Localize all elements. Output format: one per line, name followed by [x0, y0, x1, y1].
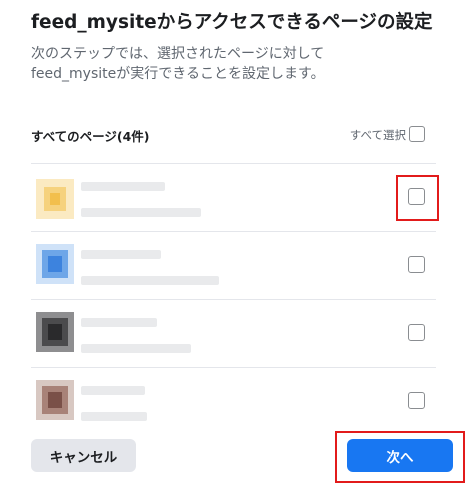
page-checkbox[interactable] [408, 324, 425, 341]
page-category-redacted [81, 412, 147, 421]
cancel-button[interactable]: キャンセル [31, 439, 136, 472]
page-list-item[interactable] [31, 368, 436, 436]
page-list-item[interactable] [31, 232, 436, 300]
page-access-dialog: feed_mysiteからアクセスできるページの設定 次のステップでは、選択され… [0, 0, 474, 493]
dialog-description: 次のステップでは、選択されたページに対して feed_mysiteが実行できるこ… [31, 44, 441, 84]
page-avatar [36, 244, 74, 284]
annotation-highlight-next-button [335, 431, 465, 483]
annotation-highlight-checkbox [396, 175, 439, 221]
page-list-header: すべてのページ(4件) すべて選択 [31, 124, 428, 146]
page-name-redacted [81, 386, 145, 395]
page-category-redacted [81, 276, 219, 285]
select-all-label[interactable]: すべて選択 [350, 127, 406, 143]
page-name-redacted [81, 182, 165, 191]
page-checkbox[interactable] [408, 392, 425, 409]
page-list-item[interactable] [31, 164, 436, 232]
page-avatar [36, 179, 74, 219]
page-category-redacted [81, 208, 201, 217]
page-avatar [36, 312, 74, 352]
page-category-redacted [81, 344, 191, 353]
description-line-2: feed_mysiteが実行できることを設定します。 [31, 66, 325, 82]
select-all-checkbox[interactable] [409, 126, 425, 142]
page-list-item[interactable] [31, 300, 436, 368]
page-checkbox[interactable] [408, 256, 425, 273]
page-name-redacted [81, 250, 161, 259]
dialog-title: feed_mysiteからアクセスできるページの設定 [31, 12, 433, 33]
page-avatar [36, 380, 74, 420]
all-pages-label: すべてのページ(4件) [31, 129, 150, 144]
description-line-1: 次のステップでは、選択されたページに対して [31, 46, 325, 62]
page-name-redacted [81, 318, 157, 327]
